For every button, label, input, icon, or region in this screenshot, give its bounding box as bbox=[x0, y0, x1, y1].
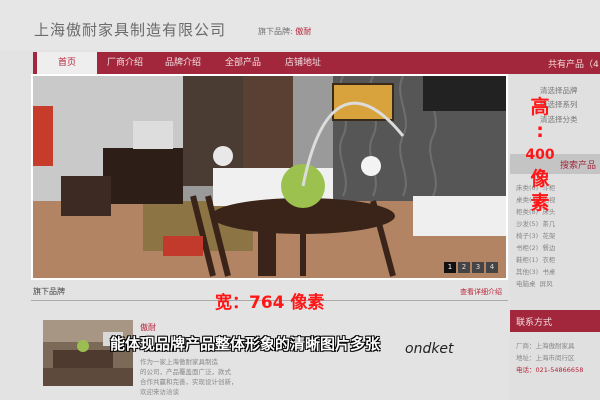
brand-label-text: 旗下品牌: bbox=[258, 27, 296, 36]
search-products-header: 搜索产品 bbox=[510, 154, 600, 174]
slide-4-button[interactable]: 4 bbox=[486, 262, 498, 273]
nav-item-home[interactable]: 首页 bbox=[37, 52, 97, 74]
products-count-title: 共有产品（4 bbox=[548, 60, 599, 70]
contact-company: 厂商：上海傲耐家具 bbox=[516, 342, 575, 350]
hero-banner[interactable]: 1234 bbox=[31, 74, 508, 280]
category-row[interactable]: 沙发(5) 茶几 bbox=[516, 218, 555, 228]
brand-desc-line: 欢迎来访洽谈 bbox=[140, 388, 179, 396]
slide-indicator: 1234 bbox=[442, 254, 498, 273]
nav-item-stores[interactable]: 店铺地址 bbox=[285, 52, 321, 74]
brand-desc-line: 合作共赢和完善，实现设计创新， bbox=[140, 378, 238, 386]
brand-label: 旗下品牌: 傲耐 bbox=[258, 26, 311, 37]
slide-2-button[interactable]: 2 bbox=[458, 262, 470, 273]
category-row[interactable]: 其他(3) 书桌 bbox=[516, 266, 555, 276]
brand-name-link[interactable]: 傲耐 bbox=[295, 27, 311, 36]
height-annotation: 高 : 400 像 素 bbox=[525, 95, 555, 215]
nav-item-brand[interactable]: 品牌介绍 bbox=[165, 52, 201, 74]
search-products-title: 搜索产品 bbox=[560, 161, 597, 171]
width-annotation: 宽：764 像素 bbox=[215, 293, 325, 313]
height-annotation-char: 素 bbox=[530, 192, 550, 214]
brand-more-link[interactable]: 查看详细介绍 bbox=[460, 287, 502, 297]
contact-title: 联系方式 bbox=[516, 318, 553, 328]
main-nav: 首页 厂商介绍 品牌介绍 全部产品 店铺地址 bbox=[33, 52, 510, 74]
category-row[interactable]: 书柜(2) 餐边 bbox=[516, 242, 555, 252]
nav-item-manufacturer[interactable]: 厂商介绍 bbox=[107, 52, 143, 74]
height-annotation-char: : bbox=[536, 120, 544, 142]
slide-3-button[interactable]: 3 bbox=[472, 262, 484, 273]
hero-room-image bbox=[33, 76, 506, 278]
contact-header: 联系方式 bbox=[510, 310, 600, 332]
category-row[interactable]: 电脑桌 屏风 bbox=[516, 278, 553, 288]
company-name: 上海傲耐家具制造有限公司 bbox=[34, 21, 227, 39]
nav-item-products[interactable]: 全部产品 bbox=[225, 52, 261, 74]
products-count-header: 共有产品（4 bbox=[510, 52, 600, 74]
site-header: 上海傲耐家具制造有限公司 旗下品牌: 傲耐 bbox=[0, 0, 600, 50]
watermark-text: ondket bbox=[405, 341, 454, 357]
brand-desc-line: 的公司，产品覆盖面广泛，款式 bbox=[140, 368, 231, 376]
contact-address: 地址：上海市闵行区 bbox=[516, 354, 575, 362]
caption-annotation: 能体现品牌产品整体形象的清晰图片多张 bbox=[110, 335, 381, 353]
contact-phone: 电话：021-54866658 bbox=[516, 366, 584, 374]
page: 上海傲耐家具制造有限公司 旗下品牌: 傲耐 首页 厂商介绍 品牌介绍 全部产品 … bbox=[0, 0, 600, 400]
right-sidebar: 共有产品（4 清选择品牌 清选择系列 清选择分类 搜索产品 床类(6) 斗柜 桌… bbox=[510, 52, 600, 400]
brand-desc-line: 作为一家上海傲耐家具制造 bbox=[140, 358, 218, 366]
category-row[interactable]: 鞋柜(1) 衣柜 bbox=[516, 254, 555, 264]
brand-block-name[interactable]: 傲耐 bbox=[140, 322, 156, 333]
brand-section-title: 旗下品牌 bbox=[33, 287, 65, 296]
category-row[interactable]: 椅子(3) 花架 bbox=[516, 230, 555, 240]
slide-1-button[interactable]: 1 bbox=[444, 262, 456, 273]
height-annotation-char: 高 bbox=[530, 96, 550, 118]
height-annotation-char: 400 bbox=[525, 147, 555, 163]
height-annotation-char: 像 bbox=[530, 168, 550, 190]
